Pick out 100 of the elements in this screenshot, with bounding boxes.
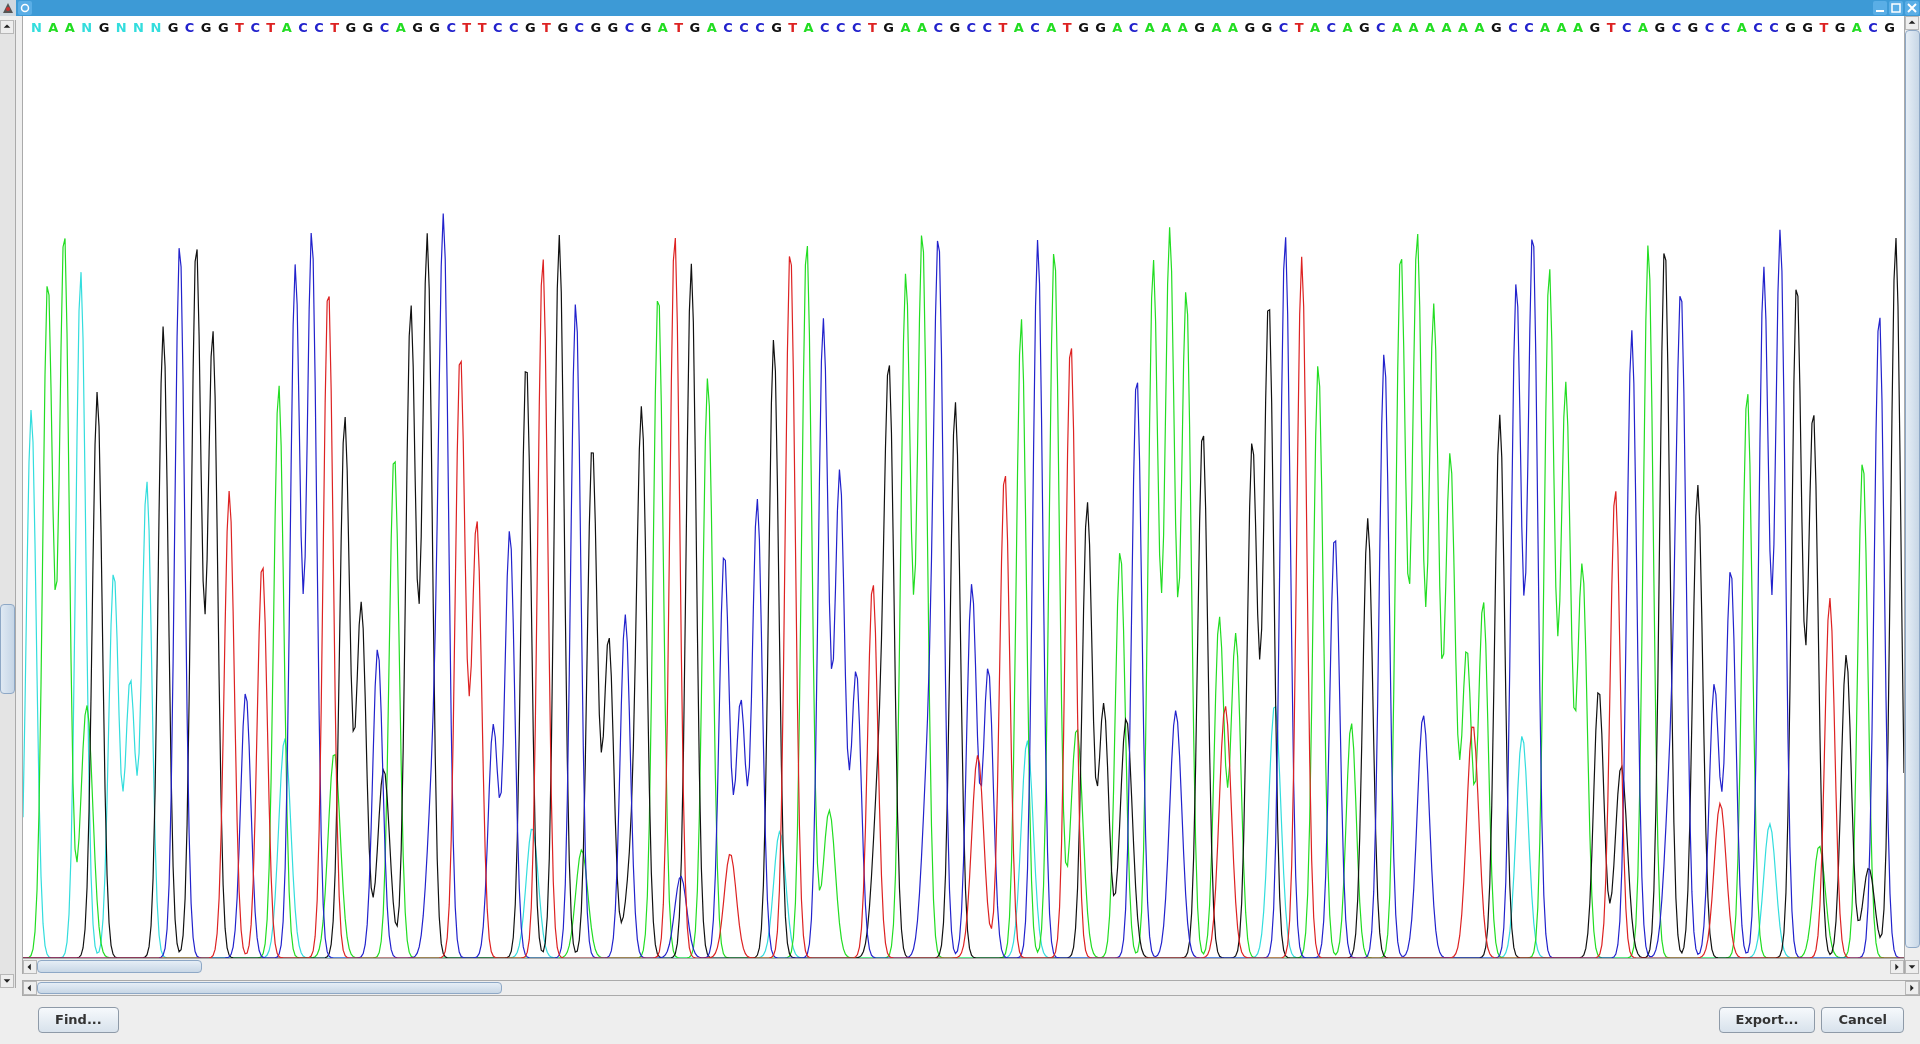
base-call: G: [771, 20, 782, 37]
scroll-left-button[interactable]: [23, 959, 37, 974]
base-call: A: [1392, 20, 1403, 37]
base-call: C: [1868, 20, 1878, 37]
base-call: C: [1030, 20, 1040, 37]
base-call: A: [1046, 20, 1057, 37]
base-call: C: [836, 20, 846, 37]
base-call: C: [933, 20, 943, 37]
scroll-right-button[interactable]: [1905, 981, 1919, 995]
base-call: G: [689, 20, 701, 37]
base-call: G: [412, 20, 423, 37]
base-call: T: [330, 20, 339, 37]
base-call: T: [998, 20, 1008, 37]
base-call: A: [1177, 20, 1188, 37]
base-call: G: [98, 20, 110, 37]
base-call: A: [1851, 20, 1862, 37]
base-call: C: [446, 20, 456, 37]
base-call: C: [379, 20, 390, 37]
base-call: G: [1834, 20, 1846, 37]
base-call: A: [1408, 20, 1419, 37]
cancel-button[interactable]: Cancel: [1821, 1007, 1904, 1033]
base-call: G: [883, 20, 894, 37]
base-call: G: [1358, 20, 1370, 37]
base-call: G: [557, 20, 569, 37]
base-call: T: [1606, 20, 1616, 37]
base-call: A: [706, 20, 717, 37]
base-call: C: [755, 20, 765, 37]
base-call: C: [314, 20, 324, 37]
base-call: N: [81, 20, 93, 37]
base-call: C: [723, 20, 733, 37]
base-call: N: [31, 20, 42, 37]
base-call: A: [1013, 20, 1024, 37]
base-call: A: [1540, 20, 1551, 37]
base-call: T: [674, 20, 684, 37]
scroll-left-button[interactable]: [23, 981, 37, 995]
base-call: T: [542, 20, 551, 37]
base-call: T: [1062, 20, 1072, 37]
base-call: C: [1376, 20, 1386, 37]
base-call: G: [429, 20, 440, 37]
base-call: C: [298, 20, 308, 37]
base-call: A: [1458, 20, 1469, 37]
base-call: C: [1278, 20, 1289, 37]
base-call: G: [607, 20, 619, 37]
base-call: G: [1261, 20, 1273, 37]
base-call: C: [982, 20, 993, 37]
circle-icon[interactable]: [18, 1, 32, 15]
base-call: A: [1573, 20, 1584, 37]
base-call: A: [1112, 20, 1123, 37]
base-call: C: [184, 20, 195, 37]
base-call: N: [115, 20, 127, 37]
base-call: G: [1687, 20, 1699, 37]
minimize-icon[interactable]: [1873, 1, 1887, 15]
base-call: G: [1654, 20, 1666, 37]
base-call: G: [1785, 20, 1796, 37]
base-call: A: [1144, 20, 1155, 37]
base-call: A: [1474, 20, 1485, 37]
base-call: T: [788, 20, 798, 37]
base-call: C: [624, 20, 635, 37]
base-call: T: [1294, 20, 1304, 37]
base-call: C: [820, 20, 830, 37]
base-call: C: [1128, 20, 1139, 37]
base-call: G: [217, 20, 229, 37]
scroll-up-button[interactable]: [0, 20, 14, 34]
base-call: C: [1769, 20, 1779, 37]
base-call: C: [1622, 20, 1632, 37]
base-call: G: [167, 20, 179, 37]
base-call: G: [345, 20, 357, 37]
base-call: G: [200, 20, 212, 37]
base-call: G: [362, 20, 374, 37]
base-call: T: [1819, 20, 1829, 37]
base-call: C: [1326, 20, 1336, 37]
base-call: N: [150, 20, 162, 37]
base-call: C: [1671, 20, 1682, 37]
base-call: A: [395, 20, 406, 37]
base-call: C: [1524, 20, 1534, 37]
base-call: C: [852, 20, 862, 37]
base-call: T: [266, 20, 276, 37]
base-call: G: [1244, 20, 1256, 37]
base-call: A: [1556, 20, 1567, 37]
scroll-up-button[interactable]: [1905, 16, 1919, 30]
scroll-down-button[interactable]: [0, 974, 14, 988]
base-call: G: [1884, 20, 1895, 37]
scroll-right-button[interactable]: [1890, 959, 1904, 974]
base-call: A: [900, 20, 911, 37]
base-call: T: [868, 20, 877, 37]
base-call: A: [1227, 20, 1238, 37]
scroll-down-button[interactable]: [1905, 960, 1919, 974]
find-button[interactable]: Find...: [38, 1007, 119, 1033]
base-call: C: [508, 20, 519, 37]
base-call: A: [64, 20, 75, 37]
base-call: A: [1736, 20, 1747, 37]
base-call: A: [281, 20, 292, 37]
app-icon: [0, 0, 16, 16]
base-call: A: [1342, 20, 1353, 37]
export-button[interactable]: Export...: [1718, 1007, 1816, 1033]
base-call: A: [1638, 20, 1649, 37]
base-call: A: [657, 20, 668, 37]
base-call: C: [739, 20, 749, 37]
base-call: G: [1194, 20, 1205, 37]
base-call: G: [1078, 20, 1089, 37]
